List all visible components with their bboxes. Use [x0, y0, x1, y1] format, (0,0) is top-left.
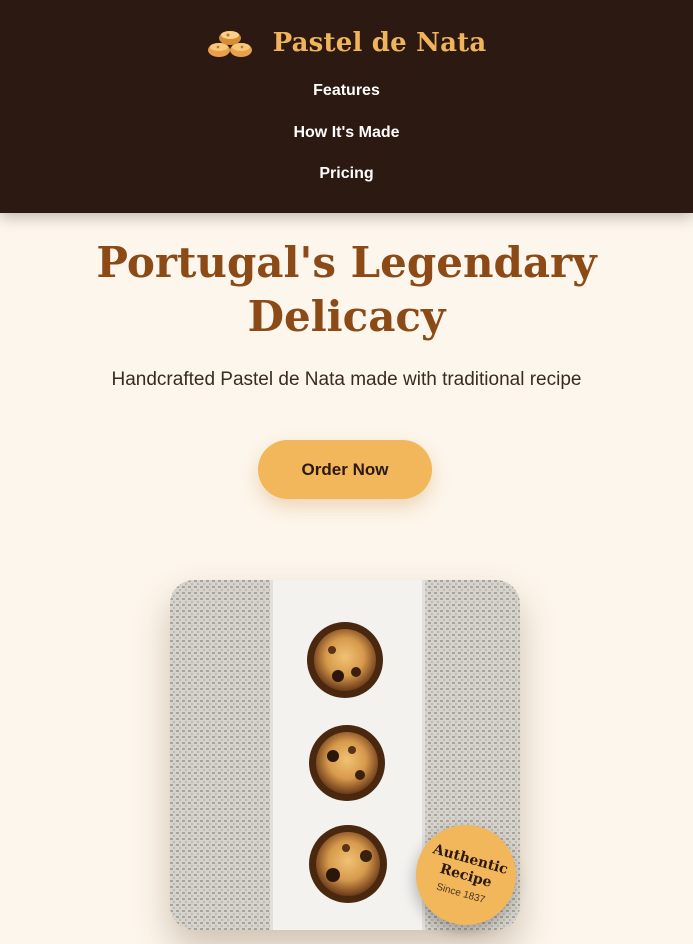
- pastry-icon: [207, 31, 252, 57]
- hero-title-line1: Portugal's Legendary: [96, 238, 597, 287]
- brand[interactable]: Pastel de Nata: [0, 22, 693, 64]
- hero-subtitle: Handcrafted Pastel de Nata made with tra…: [111, 369, 582, 390]
- site-header: Pastel de Nata Features How It's Made Pr…: [0, 0, 693, 213]
- nav-link-how-its-made[interactable]: How It's Made: [0, 124, 693, 142]
- hero-title-line2: Delicacy: [247, 292, 446, 341]
- nav-link-features[interactable]: Features: [0, 82, 693, 100]
- pastry-1: [307, 622, 383, 698]
- order-now-button[interactable]: Order Now: [258, 440, 432, 499]
- nav-link-pricing[interactable]: Pricing: [0, 165, 693, 183]
- pastry-2: [309, 725, 385, 801]
- hero-title: Portugal's Legendary Delicacy: [60, 236, 633, 344]
- pastry-3: [309, 825, 387, 903]
- brand-name: Pastel de Nata: [272, 28, 487, 58]
